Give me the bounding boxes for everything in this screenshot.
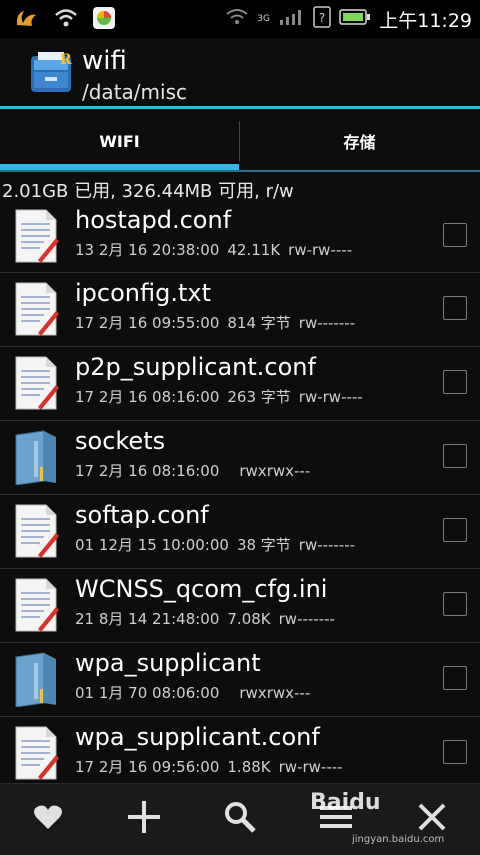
file-row[interactable]: hostapd.conf 13 2月 16 20:38:00 42.11K rw-rw… (0, 200, 480, 273)
file-meta: 21 8月 14 21:48:00 7.08K rw------- (75, 608, 343, 629)
file-meta: 13 2月 16 20:38:00 42.11K rw-rw---- (75, 239, 360, 260)
status-bar: 3G ? 上午11:29 (0, 0, 480, 38)
question-icon: ? (313, 6, 331, 33)
heart-icon (33, 803, 63, 835)
file-size: 7.08K (227, 610, 271, 628)
wifi-icon (54, 7, 78, 33)
text-file-icon (14, 577, 60, 633)
close-icon (416, 801, 448, 837)
file-permissions: rw------- (278, 610, 335, 628)
text-file-icon (14, 503, 60, 559)
file-date: 13 2月 16 20:38:00 (75, 241, 220, 259)
current-path: /data/misc (82, 80, 187, 104)
file-meta: 17 2月 16 08:16:00 263 字节 rw-rw---- (75, 386, 371, 407)
file-date: 17 2月 16 08:16:00 (75, 388, 220, 406)
file-name: ipconfig.txt (75, 279, 211, 307)
file-size: 38 字节 (236, 536, 291, 554)
wifi-signal-icon (225, 7, 249, 32)
select-checkbox[interactable] (443, 370, 467, 394)
select-checkbox[interactable] (443, 296, 467, 320)
file-date: 01 12月 15 10:00:00 (75, 536, 229, 554)
text-file-icon (14, 355, 60, 411)
file-name: p2p_supplicant.conf (75, 353, 316, 381)
file-name: wpa_supplicant.conf (75, 723, 320, 751)
file-permissions: rwxrwx--- (239, 462, 311, 480)
text-file-icon (14, 208, 60, 264)
tab-bar: WIFI 存储 (0, 109, 480, 173)
file-date: 17 2月 16 09:55:00 (75, 314, 220, 332)
file-date: 21 8月 14 21:48:00 (75, 610, 220, 628)
tab-baseline (0, 170, 480, 172)
svg-text:?: ? (319, 11, 325, 25)
plus-icon (126, 799, 162, 839)
file-size: 1.88K (227, 758, 271, 776)
uc-browser-icon (14, 7, 40, 33)
file-meta: 01 1月 70 08:06:00 rwxrwx--- (75, 682, 318, 703)
select-checkbox[interactable] (443, 666, 467, 690)
network-type-label: 3G (257, 14, 270, 24)
status-right-icons: 3G ? 上午11:29 (225, 6, 472, 33)
file-date: 17 2月 16 09:56:00 (75, 758, 220, 776)
file-permissions: rw------- (298, 314, 356, 332)
file-date: 01 1月 70 08:06:00 (75, 684, 220, 702)
select-checkbox[interactable] (443, 592, 467, 616)
file-size: 814 字节 (227, 314, 291, 332)
file-permissions: rwxrwx--- (239, 684, 311, 702)
folder-icon (14, 651, 60, 708)
file-name: sockets (75, 427, 166, 455)
file-name: WCNSS_qcom_cfg.ini (75, 575, 328, 603)
status-left-icons (14, 6, 116, 34)
file-size: 42.11K (227, 241, 281, 259)
file-permissions: rw-rw---- (278, 758, 343, 776)
add-button[interactable] (114, 794, 174, 844)
watermark: Baidu (310, 790, 381, 815)
favorites-button[interactable] (18, 794, 78, 844)
page-title: wifi (82, 46, 127, 76)
file-row[interactable]: p2p_supplicant.conf 17 2月 16 08:16:00 263 … (0, 347, 480, 421)
svg-text:R: R (60, 52, 72, 68)
app-bar: R wifi /data/misc (0, 38, 480, 108)
app-store-icon (92, 6, 116, 34)
folder-icon (14, 429, 60, 486)
file-row[interactable]: ipconfig.txt 17 2月 16 09:55:00 814 字节 rw---… (0, 273, 480, 347)
select-checkbox[interactable] (443, 740, 467, 764)
file-meta: 17 2月 16 09:55:00 814 字节 rw------- (75, 312, 363, 333)
file-row[interactable]: softap.conf 01 12月 15 10:00:00 38 字节 rw----… (0, 495, 480, 569)
text-file-icon (14, 281, 60, 337)
file-permissions: rw-rw---- (298, 388, 363, 406)
file-size: 263 字节 (227, 388, 291, 406)
select-checkbox[interactable] (443, 444, 467, 468)
file-row[interactable]: WCNSS_qcom_cfg.ini 21 8月 14 21:48:00 7.08K… (0, 569, 480, 643)
file-permissions: rw------- (298, 536, 356, 554)
search-icon (223, 800, 257, 838)
file-row[interactable]: sockets 17 2月 16 08:16:00 rwxrwx--- (0, 421, 480, 495)
search-button[interactable] (210, 794, 270, 844)
file-permissions: rw-rw---- (288, 241, 353, 259)
file-row[interactable]: wpa_supplicant.conf 17 2月 16 09:56:00 1.88… (0, 717, 480, 791)
select-checkbox[interactable] (443, 223, 467, 247)
tab-storage[interactable]: 存储 (240, 109, 479, 173)
file-meta: 17 2月 16 08:16:00 rwxrwx--- (75, 460, 318, 481)
file-name: wpa_supplicant (75, 649, 261, 677)
watermark-url: jingyan.baidu.com (352, 834, 445, 845)
file-date: 17 2月 16 08:16:00 (75, 462, 220, 480)
file-manager-app-icon[interactable]: R (28, 50, 74, 96)
file-meta: 01 12月 15 10:00:00 38 字节 rw------- (75, 534, 363, 555)
file-name: hostapd.conf (75, 206, 232, 234)
file-name: softap.conf (75, 501, 209, 529)
select-checkbox[interactable] (443, 518, 467, 542)
clock: 上午11:29 (379, 10, 472, 32)
file-meta: 17 2月 16 09:56:00 1.88K rw-rw---- (75, 756, 351, 777)
cell-signal-icon (279, 8, 305, 31)
file-list: hostapd.conf 13 2月 16 20:38:00 42.11K rw-rw… (0, 200, 480, 791)
battery-icon (339, 8, 371, 31)
text-file-icon (14, 725, 60, 781)
file-row[interactable]: wpa_supplicant 01 1月 70 08:06:00 rwxrwx--- (0, 643, 480, 717)
